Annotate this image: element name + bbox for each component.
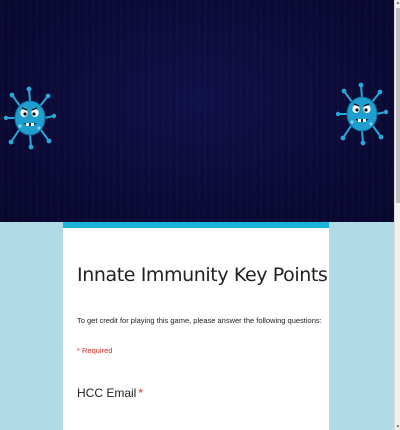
germ-icon — [4, 86, 56, 150]
header-banner — [0, 0, 394, 222]
form-header-card: Innate Immunity Key Points To get credit… — [63, 222, 329, 430]
question-label: HCC Email — [77, 386, 137, 400]
form-page: Innate Immunity Key Points To get credit… — [0, 0, 400, 430]
required-note: * Required — [77, 346, 113, 355]
form-title: Innate Immunity Key Points — [77, 264, 328, 286]
question-hcc-email: HCC Email * — [77, 386, 143, 400]
scroll-up-arrow-icon[interactable]: ▲ — [395, 0, 400, 6]
form-description: To get credit for playing this game, ple… — [77, 316, 322, 325]
germ-icon — [336, 82, 388, 146]
required-asterisk: * — [138, 386, 144, 400]
scrollbar-thumb[interactable] — [396, 8, 400, 203]
vertical-scrollbar[interactable]: ▲ ▼ — [394, 0, 400, 430]
scroll-down-arrow-icon[interactable]: ▼ — [395, 424, 400, 430]
